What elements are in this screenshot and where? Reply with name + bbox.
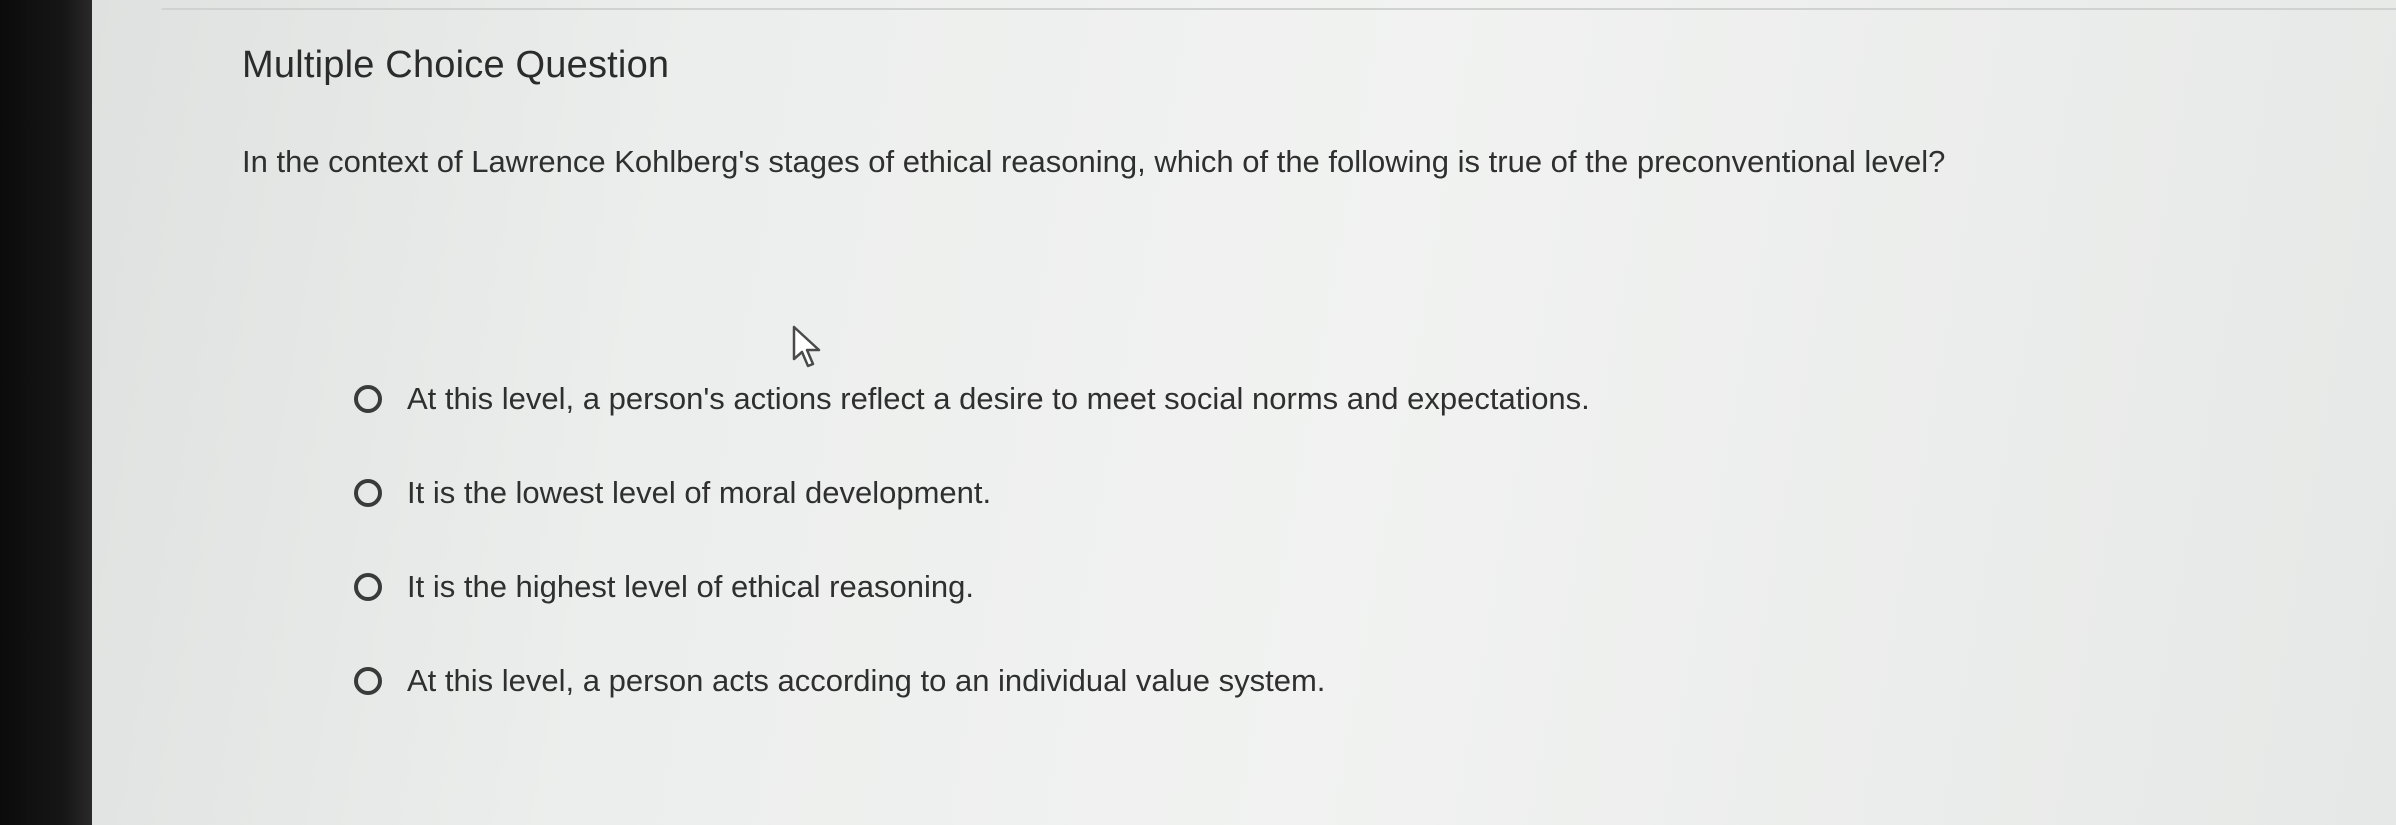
answer-option-label: It is the lowest level of moral developm…	[407, 475, 992, 510]
answer-option-label: At this level, a person acts according t…	[407, 663, 1326, 698]
answer-option[interactable]: It is the lowest level of moral developm…	[354, 469, 1590, 517]
radio-button-icon[interactable]	[354, 573, 382, 601]
monitor-bezel	[0, 0, 92, 825]
radio-button-icon[interactable]	[354, 667, 382, 695]
question-prompt: In the context of Lawrence Kohlberg's st…	[242, 144, 1946, 179]
mouse-pointer-icon	[792, 325, 821, 368]
question-panel: Multiple Choice Question In the context …	[92, 0, 2396, 825]
answer-options: At this level, a person's actions reflec…	[354, 375, 1590, 751]
answer-option[interactable]: At this level, a person acts according t…	[354, 657, 1590, 705]
radio-button-icon[interactable]	[354, 385, 382, 413]
answer-option-label: It is the highest level of ethical reaso…	[407, 569, 974, 604]
radio-button-icon[interactable]	[354, 479, 382, 507]
answer-option[interactable]: It is the highest level of ethical reaso…	[354, 563, 1590, 611]
answer-option-label: At this level, a person's actions reflec…	[407, 381, 1590, 416]
divider	[162, 8, 2396, 10]
answer-option[interactable]: At this level, a person's actions reflec…	[354, 375, 1590, 423]
question-type-heading: Multiple Choice Question	[242, 44, 670, 86]
